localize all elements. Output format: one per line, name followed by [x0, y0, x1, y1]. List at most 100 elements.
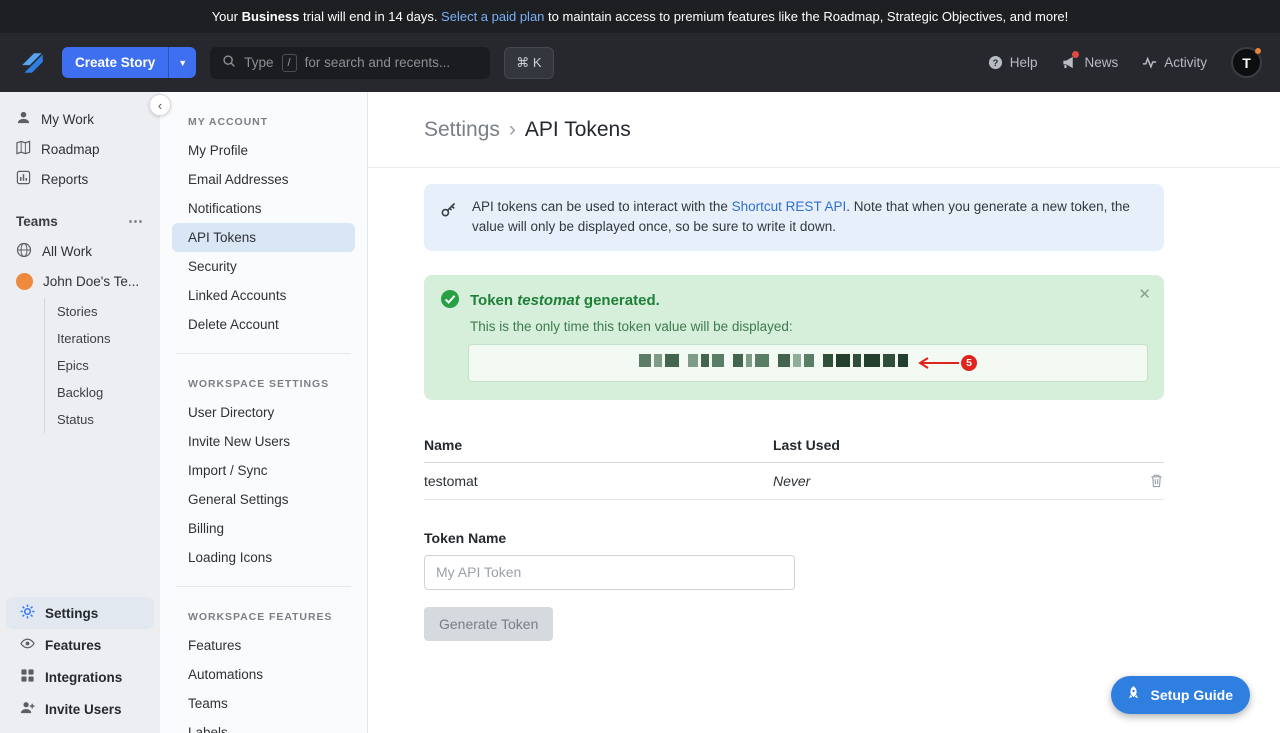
generate-token-button[interactable]: Generate Token [424, 607, 553, 641]
redacted-token-value [639, 354, 911, 372]
sidebar-item-features[interactable]: Features [6, 629, 154, 661]
help-label: Help [1010, 55, 1038, 70]
settings-nav-security[interactable]: Security [172, 252, 355, 281]
divider [176, 353, 351, 354]
sidebar-item-epics[interactable]: Epics [45, 352, 160, 379]
grid-icon [20, 668, 35, 686]
notification-dot [1072, 51, 1079, 58]
annotation-arrow: 5 [917, 355, 977, 371]
create-story-caret-icon[interactable]: ▼ [168, 47, 196, 78]
api-tokens-content: API tokens can be used to interact with … [368, 168, 1164, 641]
settings-nav-email-addresses[interactable]: Email Addresses [172, 165, 355, 194]
close-icon[interactable]: ✕ [1138, 285, 1151, 303]
settings-nav-features[interactable]: Features [172, 631, 355, 660]
sidebar-item-backlog[interactable]: Backlog [45, 379, 160, 406]
settings-nav-labels[interactable]: Labels [172, 718, 355, 733]
token-row-last-used: Never [773, 473, 1149, 489]
banner-text: to maintain access to premium features l… [544, 9, 1068, 24]
slash-key-hint: / [282, 54, 297, 72]
team-avatar [16, 273, 33, 290]
eye-icon [20, 636, 35, 654]
settings-nav-my-profile[interactable]: My Profile [172, 136, 355, 165]
settings-nav-teams[interactable]: Teams [172, 689, 355, 718]
create-story-button[interactable]: Create Story ▼ [62, 47, 196, 78]
search-input[interactable]: Type / for search and recents... [210, 47, 490, 79]
token-name-label: Token Name [424, 530, 1164, 546]
svg-text:?: ? [992, 58, 998, 68]
sidebar-bottom-group: Settings Features Integrations Invite Us… [0, 591, 160, 733]
info-text: API tokens can be used to interact with … [472, 197, 1148, 238]
settings-nav-invite-new-users[interactable]: Invite New Users [172, 427, 355, 456]
settings-nav-loading-icons[interactable]: Loading Icons [172, 543, 355, 572]
token-value-field[interactable]: 5 [468, 344, 1148, 382]
column-header-last-used: Last Used [773, 437, 1164, 453]
settings-nav-api-tokens[interactable]: API Tokens [172, 223, 355, 252]
sidebar-item-stories[interactable]: Stories [45, 298, 160, 325]
teams-overflow-menu-icon[interactable]: ⋯ [128, 212, 144, 230]
select-paid-plan-link[interactable]: Select a paid plan [441, 9, 544, 24]
breadcrumb-settings[interactable]: Settings [424, 118, 500, 141]
sidebar-item-label: Reports [41, 172, 88, 187]
avatar-status-dot [1254, 47, 1262, 55]
token-name-input[interactable] [424, 555, 795, 590]
sidebar-item-all-work[interactable]: All Work [0, 236, 160, 267]
token-name: testomat [517, 292, 580, 309]
trash-icon[interactable] [1149, 473, 1164, 488]
table-row: testomat Never [424, 463, 1164, 500]
sidebar-item-label: All Work [42, 244, 92, 259]
alert-title: Token testomat generated. [440, 289, 1148, 313]
sidebar-item-team[interactable]: John Doe's Te... [0, 267, 160, 296]
info-text-part: API tokens can be used to interact with … [472, 199, 732, 214]
rocket-icon [1125, 685, 1142, 705]
sidebar-item-iterations[interactable]: Iterations [45, 325, 160, 352]
sidebar-item-status[interactable]: Status [45, 406, 160, 433]
gear-icon [20, 604, 35, 622]
globe-icon [16, 242, 32, 261]
map-icon [16, 140, 31, 158]
sidebar-item-label: Invite Users [45, 702, 122, 717]
settings-nav-notifications[interactable]: Notifications [172, 194, 355, 223]
sidebar-item-reports[interactable]: Reports [0, 164, 160, 194]
settings-nav-general-settings[interactable]: General Settings [172, 485, 355, 514]
sidebar-item-label: Settings [45, 606, 98, 621]
token-row-name: testomat [424, 473, 773, 489]
breadcrumb: Settings›API Tokens [368, 92, 1280, 168]
avatar-initial: T [1242, 55, 1251, 71]
alert-subtitle: This is the only time this token value w… [470, 319, 1148, 334]
search-placeholder: for search and recents... [305, 55, 451, 70]
check-circle-icon [440, 289, 460, 313]
settings-nav-import-sync[interactable]: Import / Sync [172, 456, 355, 485]
column-header-name: Name [424, 437, 773, 453]
sidebar-collapse-button[interactable]: ‹ [149, 94, 171, 116]
settings-nav-section-title: WORKSPACE FEATURES [160, 601, 367, 631]
settings-nav-delete-account[interactable]: Delete Account [172, 310, 355, 339]
sidebar-item-roadmap[interactable]: Roadmap [0, 134, 160, 164]
settings-nav-automations[interactable]: Automations [172, 660, 355, 689]
bar-chart-icon [16, 170, 31, 188]
shortcut-logo[interactable] [18, 48, 48, 78]
navbar-right-group: ? Help News Activity T [988, 47, 1262, 78]
news-label: News [1084, 55, 1118, 70]
settings-nav-user-directory[interactable]: User Directory [172, 398, 355, 427]
teams-section-header: Teams ⋯ [0, 194, 160, 236]
sidebar-item-label: Integrations [45, 670, 122, 685]
alert-title-text: generated. [580, 292, 660, 309]
sidebar-item-integrations[interactable]: Integrations [6, 661, 154, 693]
trial-banner: Your Business trial will end in 14 days.… [0, 0, 1280, 33]
sidebar-item-invite-users[interactable]: Invite Users [6, 693, 154, 725]
user-avatar[interactable]: T [1231, 47, 1262, 78]
rest-api-link[interactable]: Shortcut REST API [732, 199, 847, 214]
banner-plan-name: Business [242, 9, 300, 24]
settings-nav-billing[interactable]: Billing [172, 514, 355, 543]
setup-guide-button[interactable]: Setup Guide [1111, 676, 1250, 714]
settings-nav: MY ACCOUNT My Profile Email Addresses No… [160, 92, 368, 733]
settings-nav-linked-accounts[interactable]: Linked Accounts [172, 281, 355, 310]
sidebar-item-my-work[interactable]: My Work [0, 104, 160, 134]
sidebar-item-settings[interactable]: Settings [6, 597, 154, 629]
tokens-table: Name Last Used testomat Never [424, 428, 1164, 500]
app-body: My Work Roadmap Reports Teams ⋯ All Work… [0, 92, 1280, 733]
news-button[interactable]: News [1061, 55, 1118, 70]
help-button[interactable]: ? Help [988, 55, 1038, 70]
activity-button[interactable]: Activity [1142, 55, 1207, 70]
create-token-form: Token Name Generate Token [424, 530, 1164, 641]
